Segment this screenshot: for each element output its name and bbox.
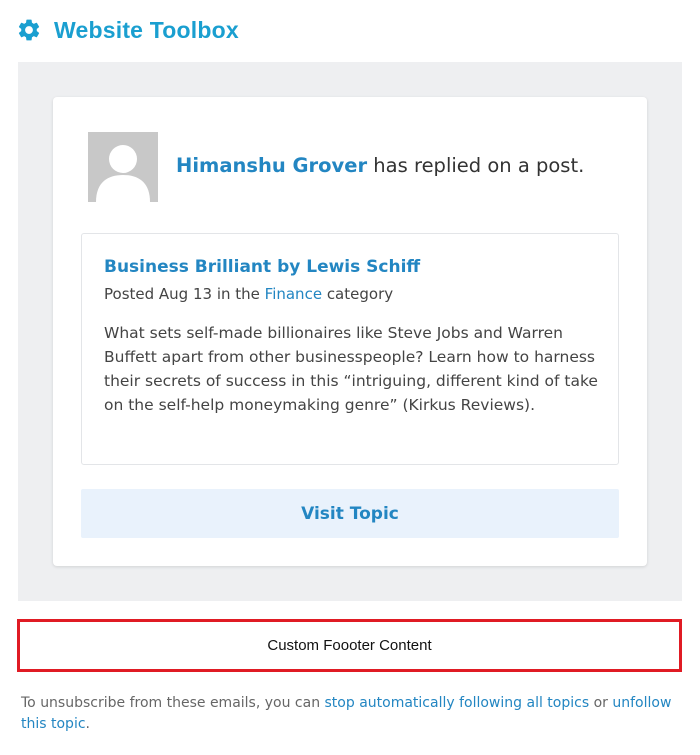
unsubscribe-prefix: To unsubscribe from these emails, you ca… xyxy=(21,695,325,711)
post-meta-suffix: category xyxy=(322,285,394,303)
post-meta-prefix: Posted Aug 13 in the xyxy=(104,285,265,303)
header: Website Toolbox xyxy=(16,14,239,46)
post-preview: Business Brilliant by Lewis Schiff Poste… xyxy=(81,233,619,465)
unsubscribe-suffix: . xyxy=(85,716,90,732)
brand-title: Website Toolbox xyxy=(54,16,239,43)
user-avatar-icon xyxy=(88,132,158,202)
reply-notification: Himanshu Grover has replied on a post. xyxy=(176,154,584,177)
custom-footer: Custom Foooter Content xyxy=(17,619,682,672)
avatar-silhouette xyxy=(88,132,158,202)
post-title-link[interactable]: Business Brilliant by Lewis Schiff xyxy=(104,257,420,277)
unsubscribe-text: To unsubscribe from these emails, you ca… xyxy=(21,693,686,735)
user-name-link[interactable]: Himanshu Grover xyxy=(176,154,367,177)
visit-topic-button[interactable]: Visit Topic xyxy=(81,489,619,538)
gear-icon xyxy=(18,19,40,41)
post-body: What sets self-made billionaires like St… xyxy=(104,324,598,414)
custom-footer-text: Custom Foooter Content xyxy=(267,637,432,654)
category-link[interactable]: Finance xyxy=(265,285,322,303)
notification-card: Himanshu Grover has replied on a post. B… xyxy=(53,97,647,566)
reply-action-text: has replied on a post. xyxy=(367,154,585,177)
post-meta: Posted Aug 13 in the Finance category xyxy=(104,285,393,303)
email-panel: Himanshu Grover has replied on a post. B… xyxy=(18,62,682,601)
stop-following-link[interactable]: stop automatically following all topics xyxy=(325,695,590,711)
unsubscribe-middle: or xyxy=(589,695,613,711)
